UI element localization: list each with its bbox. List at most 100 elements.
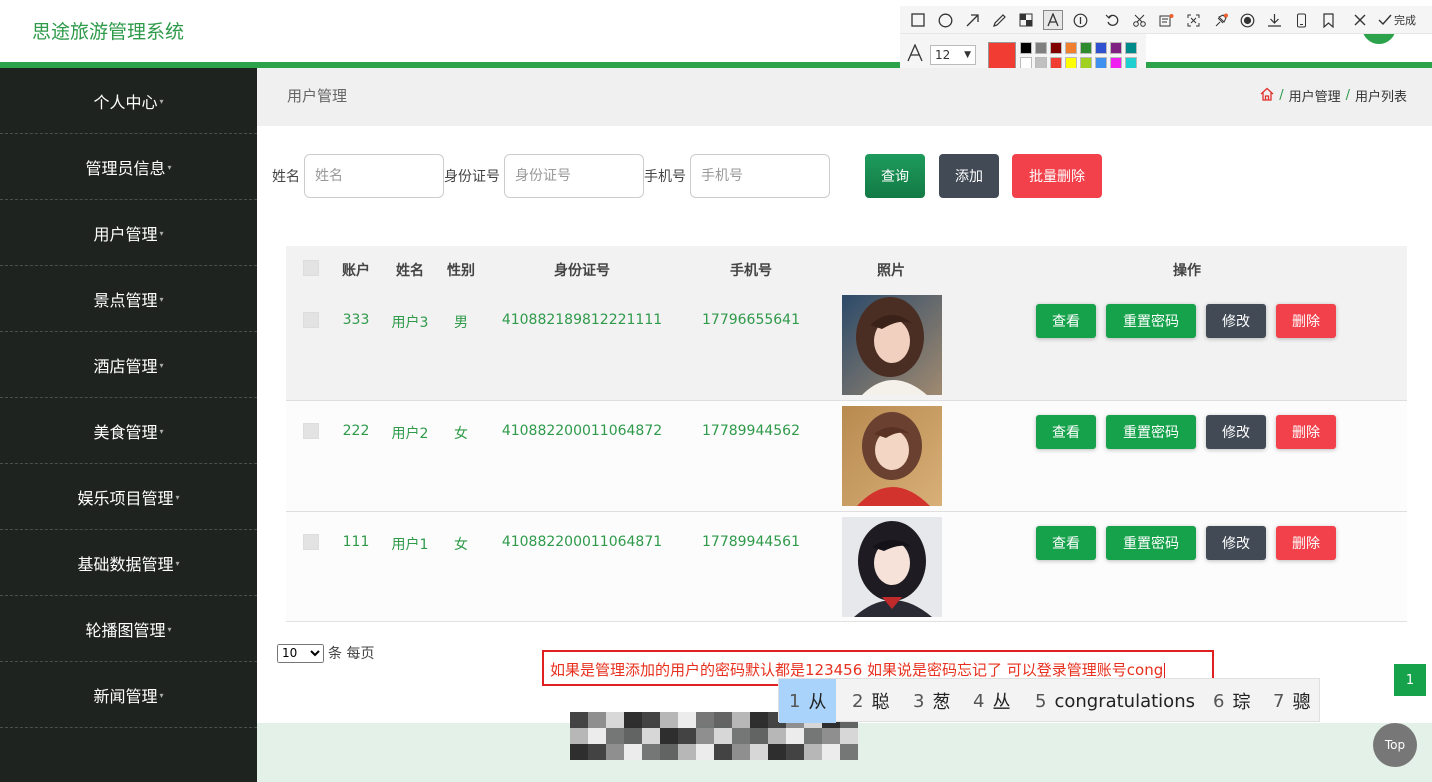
color-swatch[interactable] <box>1035 42 1047 54</box>
record-icon[interactable] <box>1237 10 1257 30</box>
edit-button[interactable]: 修改 <box>1206 526 1266 560</box>
col-header-actions: 操作 <box>1173 263 1201 279</box>
row-divider <box>286 400 1407 401</box>
crop-scissors-icon[interactable] <box>1129 10 1149 30</box>
sidebar-item-users[interactable]: 用户管理 ▾ <box>0 200 257 266</box>
sidebar-item-attractions[interactable]: 景点管理 ▾ <box>0 266 257 332</box>
color-palette <box>1020 42 1137 69</box>
sidebar-item-food[interactable]: 美食管理 ▾ <box>0 398 257 464</box>
ocr-icon[interactable] <box>1156 10 1176 30</box>
breadcrumb-item[interactable]: 用户管理 <box>1289 86 1341 105</box>
delete-button[interactable]: 删除 <box>1276 415 1336 449</box>
row-divider <box>286 511 1407 512</box>
view-button[interactable]: 查看 <box>1036 526 1096 560</box>
sidebar-item-news[interactable]: 新闻管理 ▾ <box>0 662 257 728</box>
sidebar-item-entertainment[interactable]: 娱乐项目管理 ▾ <box>0 464 257 530</box>
number-tool-icon[interactable] <box>1070 10 1090 30</box>
color-swatch[interactable] <box>1125 42 1137 54</box>
reset-password-button[interactable]: 重置密码 <box>1106 304 1196 338</box>
close-icon[interactable] <box>1350 10 1370 30</box>
ime-candidate[interactable]: 4丛 <box>963 679 1020 723</box>
color-swatch[interactable] <box>1095 42 1107 54</box>
phone-input[interactable] <box>690 154 830 198</box>
color-swatch[interactable] <box>1110 42 1122 54</box>
cell-phone: 17789944561 <box>702 534 800 550</box>
reset-password-button[interactable]: 重置密码 <box>1106 415 1196 449</box>
annotation-text: 如果是管理添加的用户的密码默认都是123456 如果说是密码忘记了 可以登录管理… <box>550 661 1166 679</box>
sidebar-item-base-data[interactable]: 基础数据管理 ▾ <box>0 530 257 596</box>
ime-candidate[interactable]: 3葱 <box>903 679 960 723</box>
view-button[interactable]: 查看 <box>1036 415 1096 449</box>
batch-delete-button[interactable]: 批量删除 <box>1012 154 1102 198</box>
font-size-select[interactable]: 12 ▼ <box>930 45 976 65</box>
screenshot-toolbar: 完成 <box>900 6 1432 34</box>
select-all-checkbox[interactable] <box>303 260 319 276</box>
view-button[interactable]: 查看 <box>1036 304 1096 338</box>
id-number-label: 身份证号 <box>444 169 500 185</box>
cell-id-number: 410882189812221111 <box>501 312 663 328</box>
color-swatch[interactable] <box>1020 42 1032 54</box>
send-to-phone-icon[interactable] <box>1291 10 1311 30</box>
mosaic-tool-icon[interactable] <box>1016 10 1036 30</box>
ime-candidate[interactable]: 1从 <box>779 679 837 723</box>
sidebar-item-admin-info[interactable]: 管理员信息 ▾ <box>0 134 257 200</box>
ellipse-tool-icon[interactable] <box>935 10 955 30</box>
color-swatch[interactable] <box>1065 42 1077 54</box>
back-to-top-button[interactable]: Top <box>1373 723 1417 767</box>
pen-tool-icon[interactable] <box>989 10 1009 30</box>
col-header-phone: 手机号 <box>730 263 772 279</box>
col-header-name: 姓名 <box>396 263 424 279</box>
rectangle-tool-icon[interactable] <box>908 10 928 30</box>
scroll-capture-icon[interactable] <box>1183 10 1203 30</box>
text-tool-icon[interactable] <box>1043 10 1063 30</box>
home-icon[interactable] <box>1260 87 1274 105</box>
cell-phone: 17796655641 <box>702 312 800 328</box>
sidebar-item-label: 个人中心 <box>93 92 158 112</box>
caret-down-icon: ▾ <box>159 295 164 304</box>
cell-account: 111 <box>342 534 370 550</box>
row-checkbox[interactable] <box>303 534 319 550</box>
page-title: 用户管理 <box>287 87 348 105</box>
row-checkbox[interactable] <box>303 312 319 328</box>
id-number-input[interactable] <box>504 154 644 198</box>
sidebar-item-hotels[interactable]: 酒店管理 ▾ <box>0 332 257 398</box>
reset-password-button[interactable]: 重置密码 <box>1106 526 1196 560</box>
user-photo <box>842 406 942 506</box>
ime-candidate[interactable]: 5 congratulations <box>1025 679 1205 723</box>
row-checkbox[interactable] <box>303 423 319 439</box>
page-size-select[interactable]: 10 <box>277 643 324 663</box>
page-number-button[interactable]: 1 <box>1394 664 1426 696</box>
delete-button[interactable]: 删除 <box>1276 526 1336 560</box>
sidebar-item-label: 轮播图管理 <box>85 620 166 640</box>
done-button[interactable]: 完成 <box>1378 10 1416 30</box>
pin-icon[interactable] <box>1210 10 1230 30</box>
arrow-tool-icon[interactable] <box>962 10 982 30</box>
color-swatch[interactable] <box>1050 42 1062 54</box>
edit-button[interactable]: 修改 <box>1206 415 1266 449</box>
caret-down-icon: ▾ <box>175 559 180 568</box>
color-swatch[interactable] <box>1080 42 1092 54</box>
caret-down-icon: ▾ <box>159 427 164 436</box>
bookmark-icon[interactable] <box>1318 10 1338 30</box>
name-input[interactable] <box>304 154 444 198</box>
ime-candidate[interactable]: 6琮 <box>1203 679 1260 723</box>
app-title: 思途旅游管理系统 <box>32 21 185 43</box>
edit-button[interactable]: 修改 <box>1206 304 1266 338</box>
name-label: 姓名 <box>272 169 300 185</box>
ime-candidate[interactable]: 7骢 <box>1263 679 1320 723</box>
undo-icon[interactable] <box>1102 10 1122 30</box>
sidebar-item-carousel[interactable]: 轮播图管理 ▾ <box>0 596 257 662</box>
user-photo <box>842 295 942 395</box>
ime-candidate[interactable]: 2聪 <box>842 679 899 723</box>
sidebar: 个人中心 ▾ 管理员信息 ▾ 用户管理 ▾ 景点管理 ▾ 酒店管理 ▾ 美食管理 ▾ 娱乐项… <box>0 68 257 782</box>
download-icon[interactable] <box>1264 10 1284 30</box>
current-color-swatch[interactable] <box>988 42 1016 70</box>
delete-button[interactable]: 删除 <box>1276 304 1336 338</box>
query-button[interactable]: 查询 <box>865 154 925 198</box>
add-button[interactable]: 添加 <box>939 154 999 198</box>
done-label: 完成 <box>1394 14 1416 27</box>
cell-id-number: 410882200011064871 <box>501 534 663 550</box>
sidebar-item-personal[interactable]: 个人中心 ▾ <box>0 68 257 134</box>
user-table: 账户 姓名 性别 身份证号 手机号 照片 操作 333 用户3 男 410882… <box>286 246 1407 622</box>
per-page-label: 条 每页 <box>328 646 375 662</box>
